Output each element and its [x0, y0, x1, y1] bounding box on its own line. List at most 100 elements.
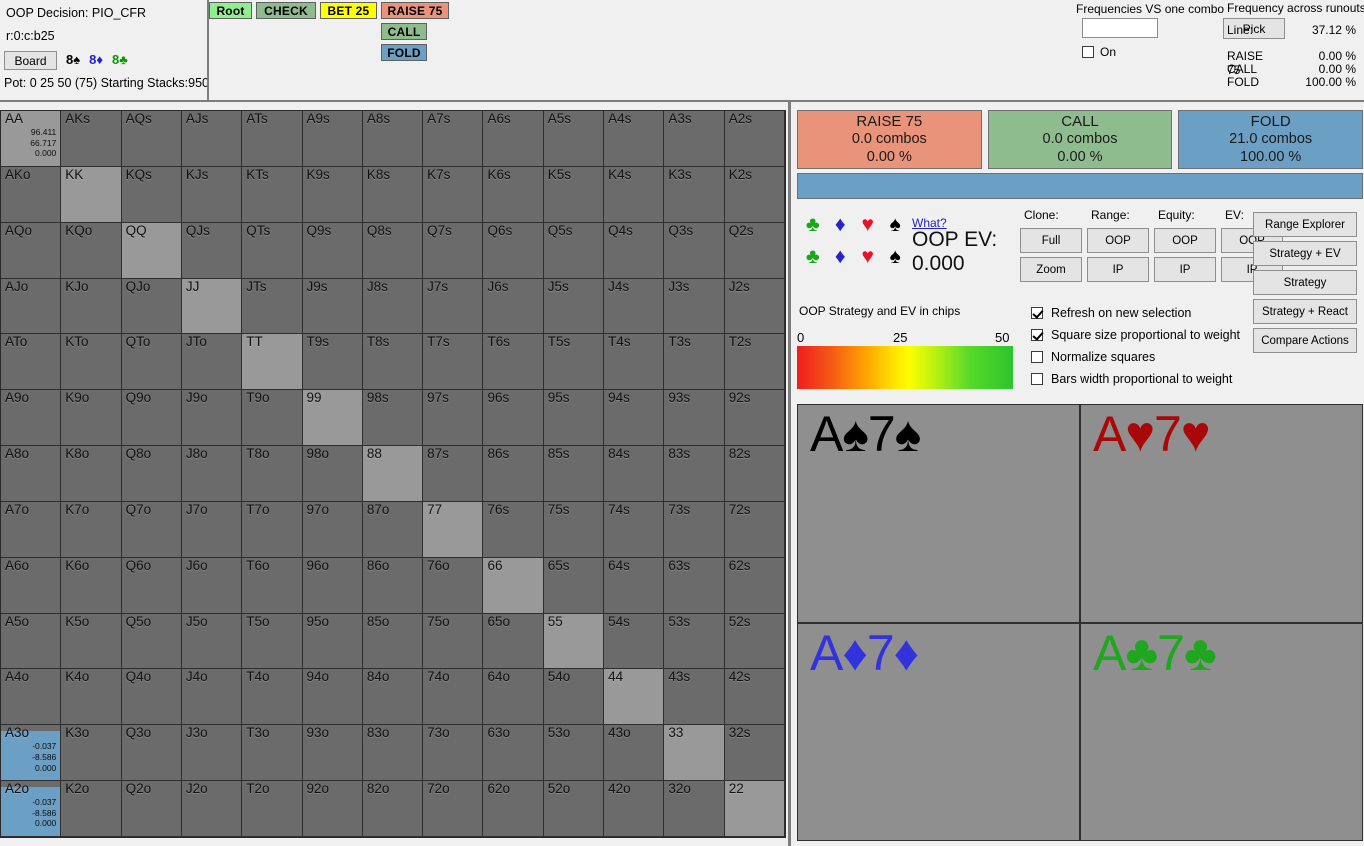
- hand-cell-A5o[interactable]: A5o: [1, 613, 62, 670]
- hand-cell-65s[interactable]: 65s: [543, 557, 605, 614]
- hand-cell-J9o[interactable]: J9o: [181, 390, 243, 447]
- hand-cell-T2s[interactable]: T2s: [724, 334, 785, 391]
- hand-cell-65o[interactable]: 65o: [483, 613, 544, 670]
- tree-node-root[interactable]: Root: [209, 2, 252, 19]
- hand-cell-85o[interactable]: 85o: [362, 613, 424, 670]
- hand-cell-72o[interactable]: 72o: [423, 781, 484, 837]
- hand-cell-53o[interactable]: 53o: [543, 725, 605, 782]
- hand-cell-Q4o[interactable]: Q4o: [121, 669, 182, 726]
- hand-cell-J7o[interactable]: J7o: [181, 501, 243, 558]
- hand-cell-83s[interactable]: 83s: [664, 446, 725, 502]
- hand-cell-J2o[interactable]: J2o: [181, 781, 243, 837]
- hand-cell-92o[interactable]: 92o: [302, 781, 363, 837]
- hand-cell-Q4s[interactable]: Q4s: [604, 222, 665, 279]
- hand-cell-64o[interactable]: 64o: [483, 669, 544, 726]
- mini-button-equity-ip[interactable]: IP: [1154, 257, 1216, 282]
- spade-icon[interactable]: ♠: [882, 214, 910, 235]
- hand-cell-J8s[interactable]: J8s: [362, 278, 424, 335]
- hand-cell-32s[interactable]: 32s: [724, 725, 785, 782]
- hand-cell-99[interactable]: 99: [302, 390, 363, 447]
- hand-cell-A5s[interactable]: A5s: [543, 111, 605, 167]
- hand-cell-K5s[interactable]: K5s: [543, 166, 605, 223]
- hand-cell-T8o[interactable]: T8o: [242, 446, 303, 502]
- hand-cell-T4s[interactable]: T4s: [604, 334, 665, 391]
- hand-cell-A7o[interactable]: A7o: [1, 501, 62, 558]
- hand-cell-42s[interactable]: 42s: [724, 669, 785, 726]
- hand-cell-KJs[interactable]: KJs: [181, 166, 243, 223]
- action-box-raise-75[interactable]: RAISE 75 0.0 combos 0.00 %: [797, 110, 982, 169]
- hand-cell-T8s[interactable]: T8s: [362, 334, 424, 391]
- hand-cell-A6s[interactable]: A6s: [483, 111, 544, 167]
- hand-cell-T4o[interactable]: T4o: [242, 669, 303, 726]
- hand-cell-ATo[interactable]: ATo: [1, 334, 62, 391]
- hand-cell-52o[interactable]: 52o: [543, 781, 605, 837]
- hand-cell-J3s[interactable]: J3s: [664, 278, 725, 335]
- hand-cell-74s[interactable]: 74s: [604, 501, 665, 558]
- hand-cell-ATs[interactable]: ATs: [242, 111, 303, 167]
- hand-cell-T9s[interactable]: T9s: [302, 334, 363, 391]
- mini-button-range-oop[interactable]: OOP: [1087, 228, 1149, 253]
- hand-cell-QJo[interactable]: QJo: [121, 278, 182, 335]
- hand-cell-62o[interactable]: 62o: [483, 781, 544, 837]
- heart-icon[interactable]: ♥: [854, 246, 882, 267]
- hand-cell-87s[interactable]: 87s: [423, 446, 484, 502]
- hand-cell-T3s[interactable]: T3s: [664, 334, 725, 391]
- hand-cell-T3o[interactable]: T3o: [242, 725, 303, 782]
- view-button-strategy-react[interactable]: Strategy + React: [1253, 299, 1357, 324]
- option-row-3[interactable]: Bars width proportional to weight: [1031, 368, 1311, 390]
- club-icon[interactable]: ♣: [799, 246, 827, 267]
- hand-cell-93o[interactable]: 93o: [302, 725, 363, 782]
- hand-cell-74o[interactable]: 74o: [423, 669, 484, 726]
- hand-cell-T5o[interactable]: T5o: [242, 613, 303, 670]
- hand-cell-K8s[interactable]: K8s: [362, 166, 424, 223]
- hand-cell-J9s[interactable]: J9s: [302, 278, 363, 335]
- hand-cell-84o[interactable]: 84o: [362, 669, 424, 726]
- option-checkbox[interactable]: [1031, 351, 1043, 363]
- hand-cell-J5s[interactable]: J5s: [543, 278, 605, 335]
- option-checkbox[interactable]: [1031, 373, 1043, 385]
- hand-cell-A4s[interactable]: A4s: [604, 111, 665, 167]
- hand-cell-A4o[interactable]: A4o: [1, 669, 62, 726]
- hand-cell-K6o[interactable]: K6o: [61, 557, 122, 614]
- hand-cell-JTo[interactable]: JTo: [181, 334, 243, 391]
- hand-cell-84s[interactable]: 84s: [604, 446, 665, 502]
- hand-cell-96o[interactable]: 96o: [302, 557, 363, 614]
- hand-cell-98o[interactable]: 98o: [302, 446, 363, 502]
- hand-cell-K8o[interactable]: K8o: [61, 446, 122, 502]
- hand-cell-A2o[interactable]: A2o -0.037 -8.586 0.000: [1, 781, 62, 837]
- hand-cell-92s[interactable]: 92s: [724, 390, 785, 447]
- club-icon[interactable]: ♣: [799, 214, 827, 235]
- hand-cell-J2s[interactable]: J2s: [724, 278, 785, 335]
- hand-cell-T7s[interactable]: T7s: [423, 334, 484, 391]
- hand-cell-KQo[interactable]: KQo: [61, 222, 122, 279]
- tree-node-raise-75[interactable]: RAISE 75: [381, 2, 449, 19]
- hand-cell-Q2s[interactable]: Q2s: [724, 222, 785, 279]
- hand-cell-Q8o[interactable]: Q8o: [121, 446, 182, 502]
- hand-cell-82o[interactable]: 82o: [362, 781, 424, 837]
- heart-icon[interactable]: ♥: [854, 214, 882, 235]
- hand-cell-76o[interactable]: 76o: [423, 557, 484, 614]
- hand-cell-Q9s[interactable]: Q9s: [302, 222, 363, 279]
- hand-cell-85s[interactable]: 85s: [543, 446, 605, 502]
- hand-cell-AQs[interactable]: AQs: [121, 111, 182, 167]
- hand-cell-T6s[interactable]: T6s: [483, 334, 544, 391]
- hand-cell-76s[interactable]: 76s: [483, 501, 544, 558]
- hand-cell-AQo[interactable]: AQo: [1, 222, 62, 279]
- combo-quadrant-3[interactable]: A♦7♦: [798, 623, 1079, 840]
- mini-button-equity-oop[interactable]: OOP: [1154, 228, 1216, 253]
- action-box-call[interactable]: CALL 0.0 combos 0.00 %: [987, 110, 1173, 169]
- hand-cell-JJ[interactable]: JJ: [181, 278, 243, 335]
- hand-cell-Q7o[interactable]: Q7o: [121, 501, 182, 558]
- hand-cell-73o[interactable]: 73o: [423, 725, 484, 782]
- hand-cell-22[interactable]: 22: [724, 781, 785, 837]
- hand-cell-K3s[interactable]: K3s: [664, 166, 725, 223]
- hand-cell-QQ[interactable]: QQ: [121, 222, 182, 279]
- on-checkbox-row[interactable]: On: [1082, 45, 1116, 59]
- hand-cell-T9o[interactable]: T9o: [242, 390, 303, 447]
- hand-cell-Q9o[interactable]: Q9o: [121, 390, 182, 447]
- hand-cell-J3o[interactable]: J3o: [181, 725, 243, 782]
- option-checkbox[interactable]: [1031, 307, 1043, 319]
- hand-cell-K5o[interactable]: K5o: [61, 613, 122, 670]
- hand-cell-QJs[interactable]: QJs: [181, 222, 243, 279]
- hand-cell-97s[interactable]: 97s: [423, 390, 484, 447]
